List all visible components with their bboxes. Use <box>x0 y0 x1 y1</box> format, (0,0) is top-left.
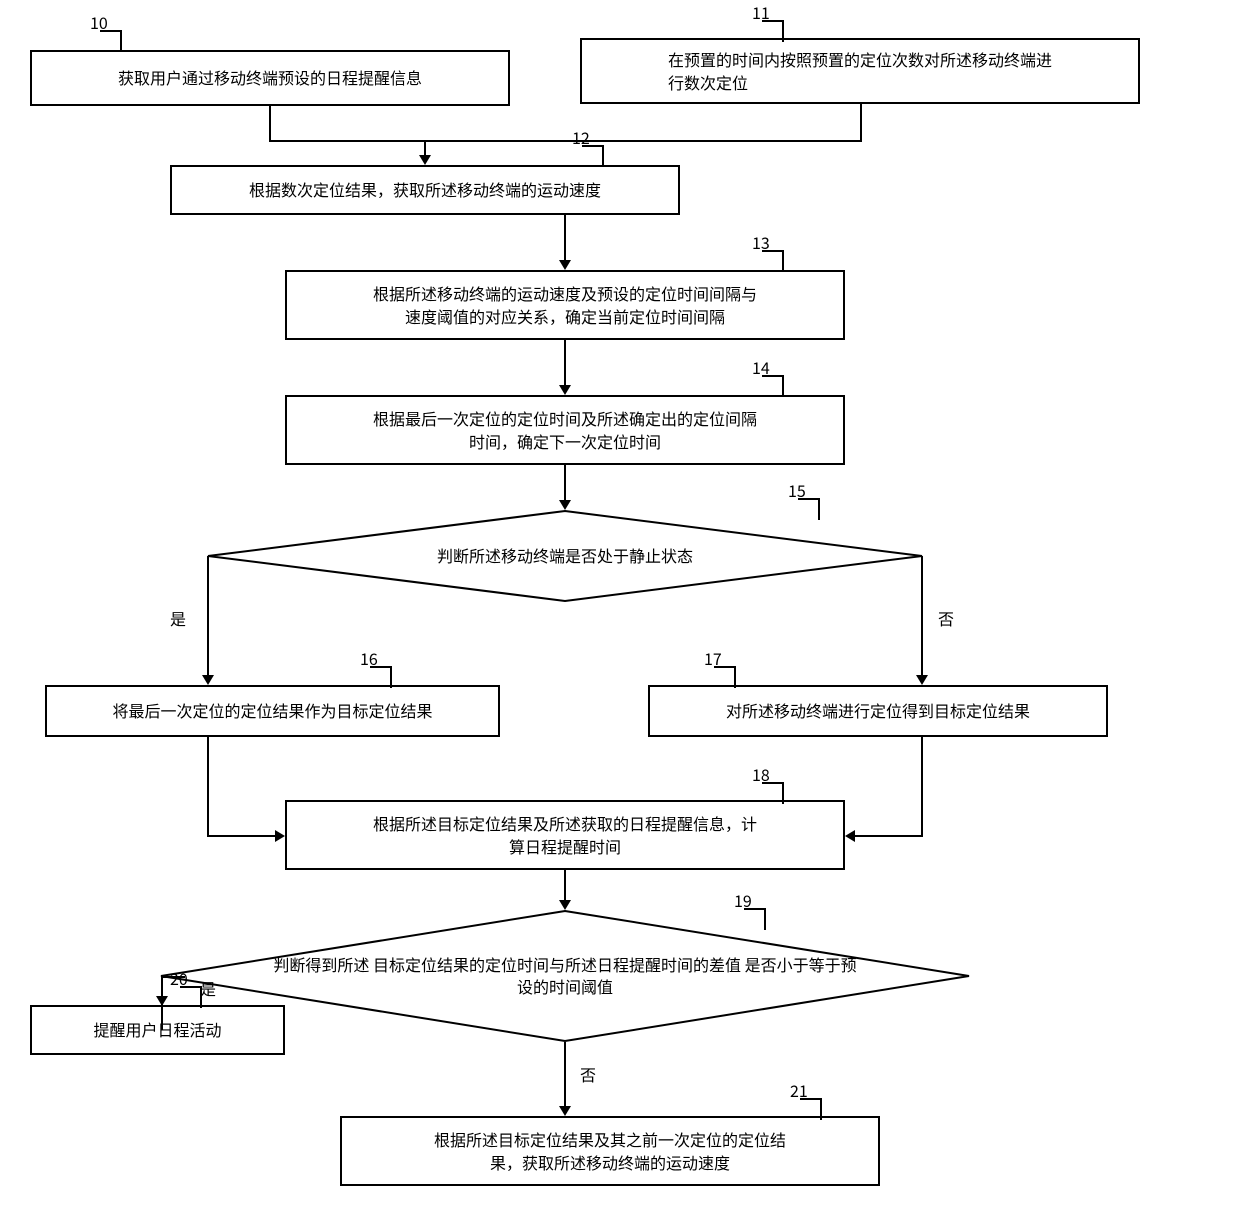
edge-13-14 <box>564 340 566 385</box>
decision-15: 判断所述移动终端是否处于静止状态 <box>207 510 923 602</box>
edge-19-20-h-stub <box>161 976 185 978</box>
edge-11-12-v <box>860 104 862 140</box>
process-12-text: 根据数次定位结果，获取所述移动终端的运动速度 <box>249 178 601 201</box>
process-21-text: 根据所述目标定位结果及其之前一次定位的定位结 果，获取所述移动终端的运动速度 <box>434 1128 786 1174</box>
process-11-text: 在预置的时间内按照预置的定位次数对所述移动终端进 行数次定位 <box>668 48 1052 94</box>
edge-10-12-arrow <box>419 155 431 165</box>
process-16: 将最后一次定位的定位结果作为目标定位结果 <box>45 685 500 737</box>
process-11: 在预置的时间内按照预置的定位次数对所述移动终端进 行数次定位 <box>580 38 1140 104</box>
process-18-text: 根据所述目标定位结果及所述获取的日程提醒信息，计 算日程提醒时间 <box>373 812 757 858</box>
edge-13-14-arrow <box>559 385 571 395</box>
process-12: 根据数次定位结果，获取所述移动终端的运动速度 <box>170 165 680 215</box>
edge-17-18-v <box>921 737 923 835</box>
decision-15-text: 判断所述移动终端是否处于静止状态 <box>207 510 923 602</box>
branch-no-15: 否 <box>938 606 954 630</box>
ref-label-17: 17 <box>704 646 722 670</box>
edge-16-18-v <box>207 737 209 835</box>
edge-10-12-v <box>269 106 271 140</box>
process-10: 获取用户通过移动终端预设的日程提醒信息 <box>30 50 510 106</box>
process-20: 提醒用户日程活动 <box>30 1005 285 1055</box>
flowchart-canvas: 获取用户通过移动终端预设的日程提醒信息 10 在预置的时间内按照预置的定位次数对… <box>0 0 1240 1209</box>
edge-12-13-arrow <box>559 260 571 270</box>
process-17-text: 对所述移动终端进行定位得到目标定位结果 <box>726 699 1030 722</box>
ref-label-11: 11 <box>752 0 770 24</box>
process-17: 对所述移动终端进行定位得到目标定位结果 <box>648 685 1108 737</box>
branch-no-19: 否 <box>580 1062 596 1086</box>
edge-10-12-h <box>269 140 425 142</box>
edge-16-18-h <box>207 835 275 837</box>
process-20-text: 提醒用户日程活动 <box>93 1018 221 1041</box>
edge-15-17 <box>921 556 923 676</box>
ref-label-15: 15 <box>788 478 806 502</box>
ref-label-18: 18 <box>752 762 770 786</box>
ref-label-21: 21 <box>790 1078 808 1102</box>
edge-15-16-arrow <box>202 675 214 685</box>
branch-yes-15: 是 <box>170 606 186 630</box>
edge-18-19-arrow <box>559 900 571 910</box>
edge-10-12-v2 <box>424 140 426 156</box>
edge-18-19 <box>564 870 566 902</box>
process-10-text: 获取用户通过移动终端预设的日程提醒信息 <box>118 66 422 89</box>
process-14-text: 根据最后一次定位的定位时间及所述确定出的定位间隔 时间，确定下一次定位时间 <box>373 407 757 453</box>
process-18: 根据所述目标定位结果及所述获取的日程提醒信息，计 算日程提醒时间 <box>285 800 845 870</box>
edge-15-17-arrow <box>916 675 928 685</box>
edge-14-15-arrow <box>559 500 571 510</box>
edge-14-15 <box>564 465 566 501</box>
edge-12-13 <box>564 215 566 260</box>
process-16-text: 将最后一次定位的定位结果作为目标定位结果 <box>112 699 432 722</box>
process-13-text: 根据所述移动终端的运动速度及预设的定位时间间隔与 速度阈值的对应关系，确定当前定… <box>373 282 757 328</box>
ref-label-19: 19 <box>734 888 752 912</box>
edge-19-21 <box>564 1042 566 1106</box>
edge-19-20-arrow <box>156 996 168 1006</box>
edge-17-18-h <box>855 835 923 837</box>
process-21: 根据所述目标定位结果及其之前一次定位的定位结 果，获取所述移动终端的运动速度 <box>340 1116 880 1186</box>
ref-label-16: 16 <box>360 646 378 670</box>
ref-label-14: 14 <box>752 355 770 379</box>
edge-16-18-arrow <box>275 830 285 842</box>
process-13: 根据所述移动终端的运动速度及预设的定位时间间隔与 速度阈值的对应关系，确定当前定… <box>285 270 845 340</box>
ref-label-12: 12 <box>572 125 590 149</box>
ref-label-20: 20 <box>170 966 188 990</box>
ref-label-13: 13 <box>752 230 770 254</box>
edge-11-12-h <box>424 140 862 142</box>
edge-17-18-arrow <box>845 830 855 842</box>
branch-yes-19: 是 <box>200 976 216 1000</box>
process-14: 根据最后一次定位的定位时间及所述确定出的定位间隔 时间，确定下一次定位时间 <box>285 395 845 465</box>
ref-label-10: 10 <box>90 10 108 34</box>
edge-15-16 <box>207 556 209 676</box>
edge-19-21-arrow <box>559 1106 571 1116</box>
